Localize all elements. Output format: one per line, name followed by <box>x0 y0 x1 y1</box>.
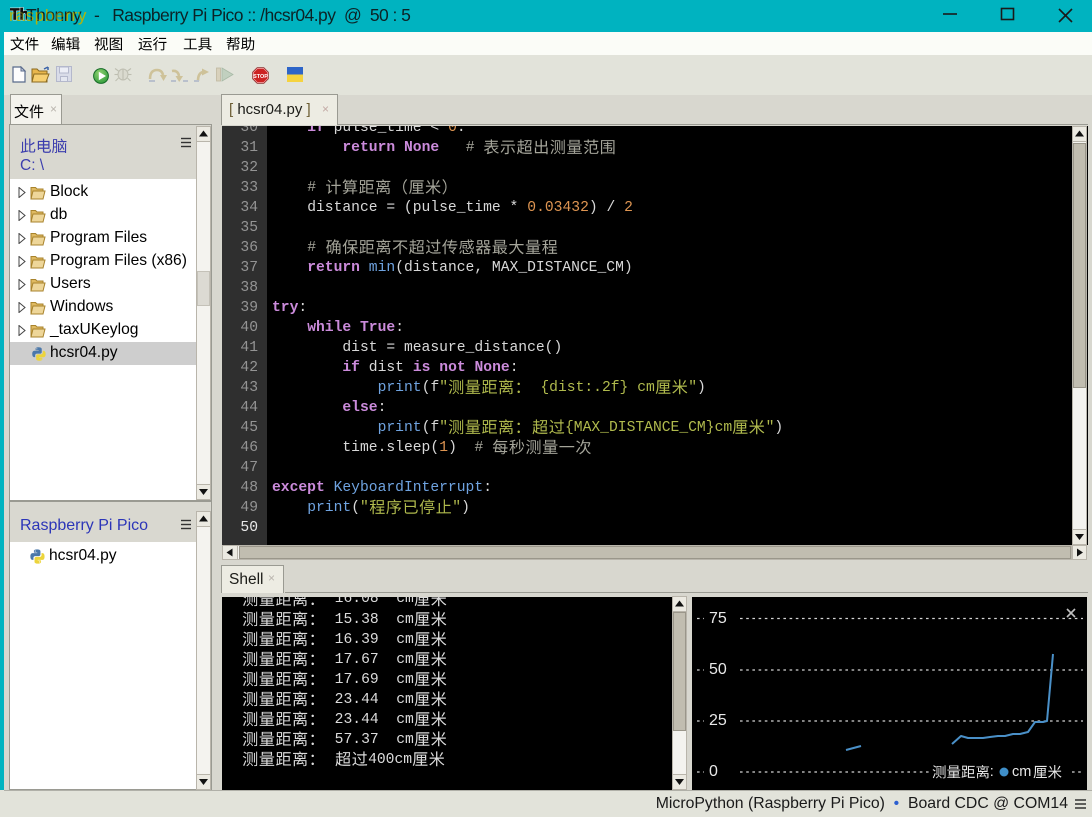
svg-text:STOP: STOP <box>253 74 268 80</box>
